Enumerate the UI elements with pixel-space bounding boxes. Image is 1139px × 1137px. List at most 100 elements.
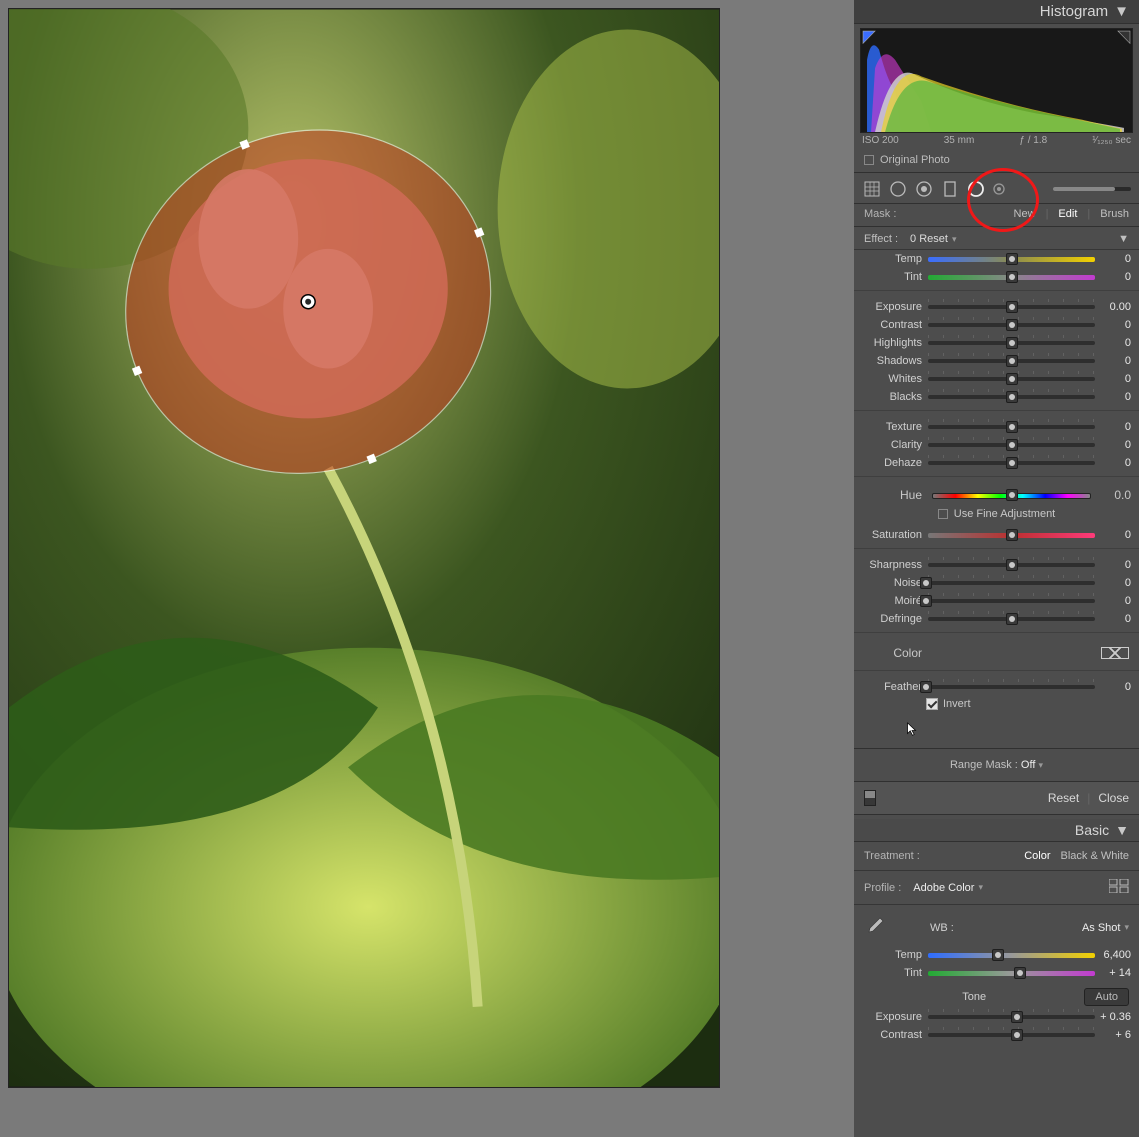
dropdown-caret-icon[interactable]: ▾ xyxy=(978,882,983,893)
shadow-clipping-icon[interactable] xyxy=(863,31,875,43)
invert-label: Invert xyxy=(943,698,971,710)
iso-readout: ISO 200 xyxy=(862,135,899,146)
mask-mode-new[interactable]: New xyxy=(1014,208,1036,220)
feather-slider[interactable] xyxy=(926,680,1097,694)
spot-removal-tool-icon[interactable] xyxy=(888,179,908,199)
histogram-header[interactable]: Histogram ▼ xyxy=(854,0,1139,24)
highlight-clipping-icon[interactable] xyxy=(1118,31,1130,43)
shadows-value[interactable]: 0 xyxy=(1097,355,1131,367)
crop-tool-icon[interactable] xyxy=(862,179,882,199)
whites-slider[interactable] xyxy=(926,372,1097,386)
amount-slider[interactable] xyxy=(1053,185,1131,193)
tone-auto-button[interactable]: Auto xyxy=(1084,988,1129,1006)
reset-button[interactable]: Reset xyxy=(1048,791,1079,805)
range-mask-dropdown[interactable]: Off ▾ xyxy=(1021,759,1043,771)
defringe-slider[interactable] xyxy=(926,612,1097,626)
redeye-tool-icon[interactable] xyxy=(914,179,934,199)
basic-tint-value[interactable]: + 14 xyxy=(1097,967,1131,979)
basic-contrast-slider[interactable] xyxy=(926,1028,1097,1042)
sharpness-value[interactable]: 0 xyxy=(1097,559,1131,571)
sharpness-slider[interactable] xyxy=(926,558,1097,572)
shutter-readout: ¹⁄₁₂₅₀ sec xyxy=(1092,135,1131,146)
texture-value[interactable]: 0 xyxy=(1097,421,1131,433)
tint-value[interactable]: 0 xyxy=(1097,271,1131,283)
noise-value[interactable]: 0 xyxy=(1097,577,1131,589)
adjustment-brush-tool-icon[interactable] xyxy=(992,179,1006,199)
basic-temp-label: Temp xyxy=(860,949,926,961)
hue-label: Hue xyxy=(860,488,926,502)
moiré-slider[interactable] xyxy=(926,594,1097,608)
exposure-value[interactable]: 0.00 xyxy=(1097,301,1131,313)
graduated-filter-tool-icon[interactable] xyxy=(940,179,960,199)
highlights-slider[interactable] xyxy=(926,336,1097,350)
clarity-value[interactable]: 0 xyxy=(1097,439,1131,451)
dehaze-label: Dehaze xyxy=(860,457,926,469)
basic-temp-value[interactable]: 6,400 xyxy=(1097,949,1131,961)
temp-slider[interactable] xyxy=(926,252,1097,266)
basic-temp-slider[interactable] xyxy=(926,948,1097,962)
dehaze-slider[interactable] xyxy=(926,456,1097,470)
blacks-value[interactable]: 0 xyxy=(1097,391,1131,403)
profile-label: Profile : xyxy=(864,882,901,894)
basic-tint-slider[interactable] xyxy=(926,966,1097,980)
basic-header[interactable]: Basic ▼ xyxy=(854,819,1139,842)
treatment-bw[interactable]: Black & White xyxy=(1061,850,1129,862)
panel-disclosure-icon[interactable]: ▼ xyxy=(1118,233,1129,245)
color-swatch[interactable] xyxy=(1101,647,1129,659)
highlights-value[interactable]: 0 xyxy=(1097,337,1131,349)
hue-value[interactable]: 0.0 xyxy=(1097,488,1131,502)
blacks-slider[interactable] xyxy=(926,390,1097,404)
whites-value[interactable]: 0 xyxy=(1097,373,1131,385)
exposure-info-row: ISO 200 35 mm ƒ / 1.8 ¹⁄₁₂₅₀ sec xyxy=(854,133,1139,150)
saturation-value[interactable]: 0 xyxy=(1097,529,1131,541)
basic-contrast-value[interactable]: + 6 xyxy=(1097,1029,1131,1041)
contrast-value[interactable]: 0 xyxy=(1097,319,1131,331)
basic-exposure-value[interactable]: + 0.36 xyxy=(1097,1011,1131,1023)
mask-mode-brush[interactable]: Brush xyxy=(1100,208,1129,220)
defringe-label: Defringe xyxy=(860,613,926,625)
dehaze-value[interactable]: 0 xyxy=(1097,457,1131,469)
effect-label: Effect : xyxy=(864,233,898,245)
original-photo-checkbox[interactable] xyxy=(864,155,874,165)
dropdown-caret-icon[interactable]: ▾ xyxy=(1124,922,1129,933)
moiré-label: Moiré xyxy=(860,595,926,607)
feather-value[interactable]: 0 xyxy=(1097,681,1131,693)
noise-slider[interactable] xyxy=(926,576,1097,590)
use-fine-adjustment-checkbox[interactable] xyxy=(938,509,948,519)
mask-mode-edit[interactable]: Edit xyxy=(1058,208,1077,220)
texture-slider[interactable] xyxy=(926,420,1097,434)
defringe-value[interactable]: 0 xyxy=(1097,613,1131,625)
close-button[interactable]: Close xyxy=(1098,791,1129,805)
develop-panel: Histogram ▼ ISO 200 35 mm ƒ / 1.8 ¹⁄₁₂₅₀… xyxy=(854,0,1139,1137)
effect-preset-dropdown[interactable]: 0 Reset xyxy=(910,233,948,245)
exposure-slider[interactable] xyxy=(926,300,1097,314)
temp-label: Temp xyxy=(860,253,926,265)
hue-slider[interactable] xyxy=(930,488,1093,502)
treatment-color[interactable]: Color xyxy=(1024,850,1050,862)
tone-label: Tone xyxy=(864,991,1084,1003)
wb-dropdown[interactable]: As Shot xyxy=(1082,922,1121,934)
radial-filter-tool-icon[interactable] xyxy=(966,179,986,199)
profile-dropdown[interactable]: Adobe Color xyxy=(913,882,974,894)
photo-placeholder xyxy=(9,9,719,1087)
image-canvas[interactable] xyxy=(8,8,720,1088)
contrast-slider[interactable] xyxy=(926,318,1097,332)
invert-checkbox[interactable] xyxy=(926,698,938,710)
profile-browser-icon[interactable] xyxy=(1109,879,1129,896)
disclosure-triangle-icon[interactable]: ▼ xyxy=(1114,3,1129,20)
saturation-slider[interactable] xyxy=(926,528,1097,542)
moiré-value[interactable]: 0 xyxy=(1097,595,1131,607)
dropdown-caret-icon[interactable]: ▾ xyxy=(952,234,957,245)
wb-eyedropper-icon[interactable] xyxy=(864,915,886,940)
basic-exposure-slider[interactable] xyxy=(926,1010,1097,1024)
panel-switch-toggle[interactable] xyxy=(864,790,876,806)
clarity-slider[interactable] xyxy=(926,438,1097,452)
shadows-slider[interactable] xyxy=(926,354,1097,368)
disclosure-triangle-icon[interactable]: ▼ xyxy=(1115,822,1129,838)
tint-slider[interactable] xyxy=(926,270,1097,284)
histogram[interactable] xyxy=(860,28,1133,133)
basic-title: Basic xyxy=(1075,822,1109,838)
temp-value[interactable]: 0 xyxy=(1097,253,1131,265)
noise-label: Noise xyxy=(860,577,926,589)
sharpness-label: Sharpness xyxy=(860,559,926,571)
